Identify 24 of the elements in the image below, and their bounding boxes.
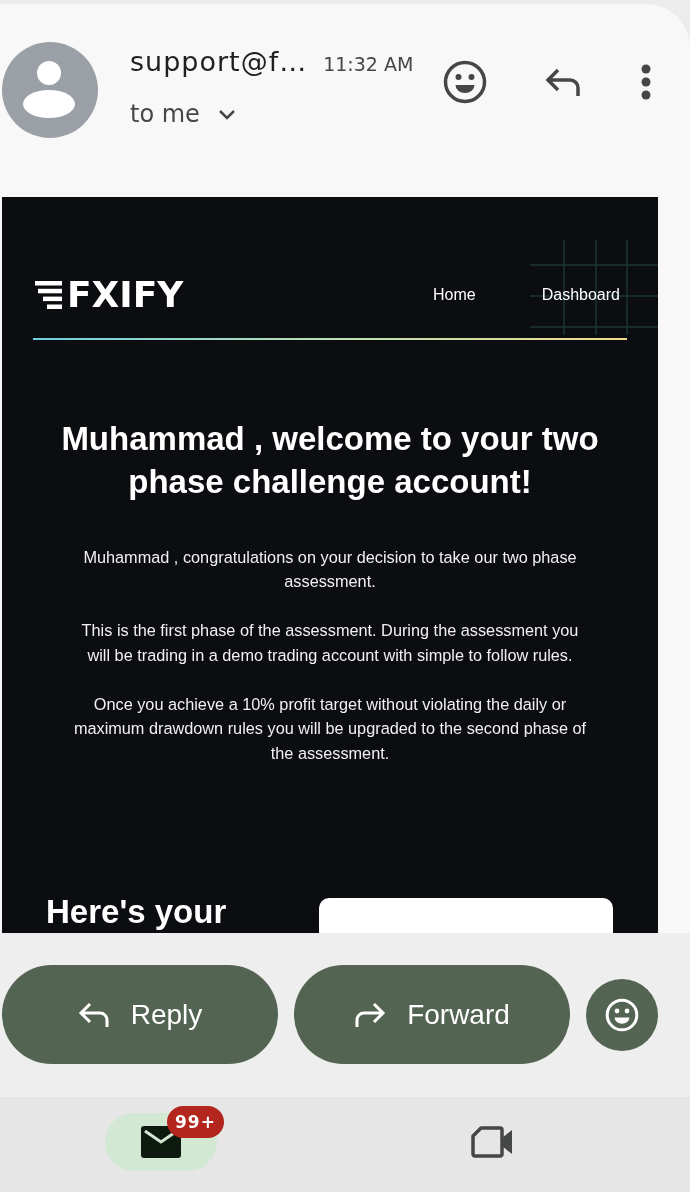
reply-icon — [77, 1001, 110, 1028]
forward-button[interactable]: Forward — [294, 965, 570, 1064]
unread-count-badge: 99+ — [167, 1106, 224, 1138]
sender-address: support@f… — [130, 45, 308, 79]
body-paragraph: This is the first phase of the assessment. During the assessment you will be trading in a demo trading account with simple to follow rules. — [80, 620, 580, 666]
mail-icon — [141, 1126, 181, 1158]
reply-button[interactable]: Reply — [2, 965, 278, 1064]
section-heading: Here's your — [46, 893, 228, 932]
brand-logo: FXIFY — [67, 277, 184, 313]
chevron-down-icon — [217, 108, 236, 120]
reply-icon[interactable] — [544, 67, 582, 97]
nav-link[interactable]: Home — [433, 286, 476, 304]
body-paragraph: Once you achieve a 10% profit target without violating the daily or maximum drawdown rules you will be upgraded to the second phase of the assessment. — [72, 693, 588, 764]
video-camera-icon — [471, 1126, 513, 1158]
nav-link[interactable]: Dashboard — [541, 286, 620, 304]
forward-icon — [354, 1001, 387, 1028]
recipient-details-button[interactable]: to me — [130, 98, 236, 130]
logo-bars-icon — [35, 281, 62, 309]
smiley-icon[interactable] — [443, 60, 487, 104]
smiley-icon — [605, 998, 639, 1032]
sent-time: 11:32 AM — [323, 53, 414, 75]
more-options-icon[interactable] — [640, 64, 652, 100]
body-paragraph: Muhammad , congratulations on your decision to take our two phase assessment. — [82, 546, 578, 592]
welcome-heading: Muhammad , welcome to your two phase challenge account! — [60, 418, 600, 502]
